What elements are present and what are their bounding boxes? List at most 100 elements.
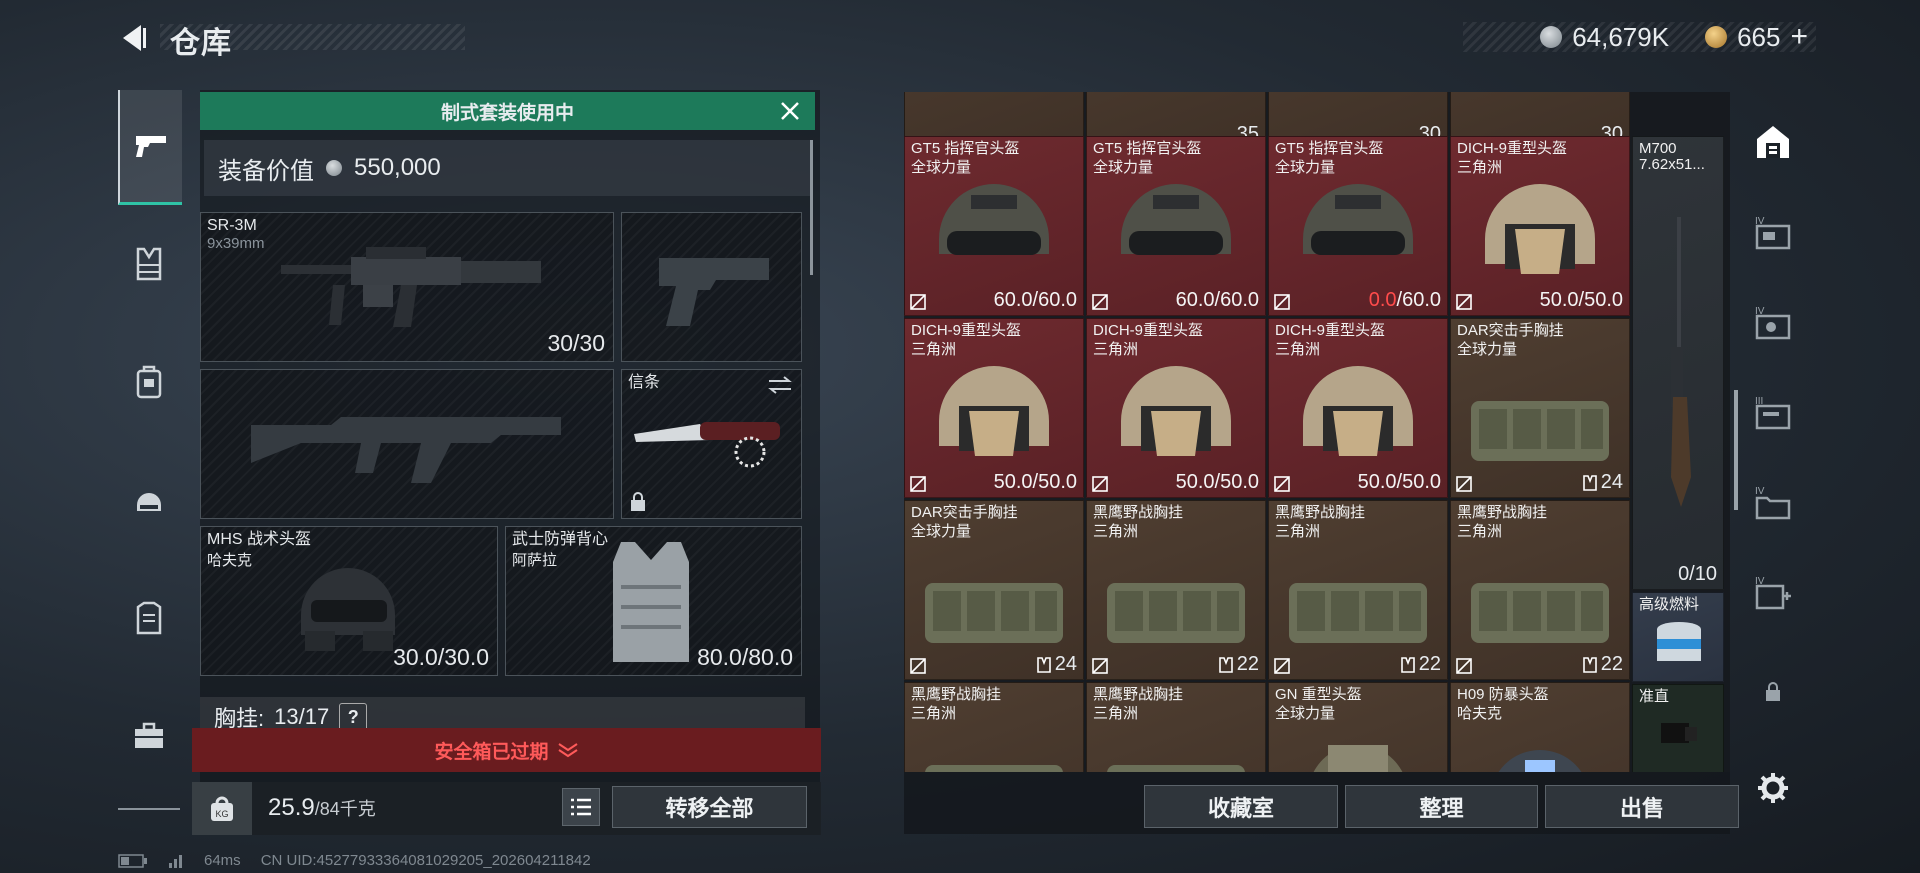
grid-item[interactable]: 黑鹰野战胸挂 三角洲 22 — [1450, 500, 1630, 680]
storage-box-icon: IV — [1755, 306, 1791, 340]
swap-icon[interactable] — [767, 376, 793, 394]
item-name: 准直 — [1639, 688, 1670, 705]
item-name: DICH-9重型头盔 — [1093, 322, 1204, 339]
chevron-down-icon — [557, 743, 578, 758]
commander-helmet-icon — [939, 184, 1049, 255]
kettlebell-icon: KG — [211, 796, 233, 821]
heavy-helmet-icon — [1485, 184, 1595, 274]
chest-rig-item-icon — [1471, 401, 1609, 461]
item-name: DICH-9重型头盔 — [911, 322, 1022, 339]
back-button[interactable] — [115, 20, 151, 56]
tab-storage-2[interactable]: IV — [1747, 292, 1799, 352]
grid-item[interactable]: GT5 指挥官头盔 全球力量 60.0/60.0 — [1086, 136, 1266, 316]
settings-button[interactable] — [1747, 758, 1799, 818]
rig-capacity-icon — [1036, 656, 1051, 673]
nav-backpacks[interactable] — [118, 326, 180, 438]
category-sidebar — [118, 90, 182, 810]
secondary-weapon-slot[interactable] — [200, 369, 614, 519]
chest-rig-item-icon — [925, 765, 1063, 772]
grid-item[interactable]: 黑鹰野战胸挂 三角洲 22 — [1086, 500, 1266, 680]
sniper-rifle-item[interactable]: M700 7.62x51... 0/10 — [1632, 136, 1724, 590]
item-capacity: 24 — [1036, 653, 1077, 676]
grid-item[interactable]: GT5 指挥官头盔 全球力量 0.0/60.0 — [1268, 136, 1448, 316]
grid-item[interactable]: DAR突击手胸挂 全球力量 24 — [1450, 318, 1630, 498]
item-image — [1111, 169, 1241, 294]
tab-all-storage[interactable] — [1747, 112, 1799, 172]
item-durability: 50.0/50.0 — [1357, 471, 1441, 493]
item-image — [1475, 169, 1605, 294]
chest-rig-item-icon — [1471, 583, 1609, 643]
nav-cases[interactable] — [118, 680, 180, 792]
carry-weight: 25.9/84千克 — [268, 794, 376, 822]
nav-chest-rigs[interactable] — [118, 208, 180, 320]
grid-item[interactable]: DICH-9重型头盔 三角洲 50.0/50.0 — [1450, 136, 1630, 316]
tab-storage-1[interactable]: IV — [1747, 202, 1799, 262]
currency-add-button[interactable]: + — [1790, 20, 1808, 54]
helmet-slot[interactable]: MHS 战术头盔 哈夫克 30.0/30.0 — [200, 526, 498, 676]
scope-item[interactable]: 准直 — [1632, 684, 1724, 772]
grid-item[interactable]: DICH-9重型头盔 三角洲 50.0/50.0 — [1268, 318, 1448, 498]
item-name: DAR突击手胸挂 — [1457, 322, 1564, 339]
warehouse-home-icon — [1757, 126, 1789, 158]
battery-icon — [118, 853, 147, 868]
grid-item[interactable]: GT5 指挥官头盔 全球力量 60.0/60.0 — [904, 136, 1084, 316]
armor-slot[interactable]: 武士防弹背心 阿萨拉 80.0/80.0 — [505, 526, 802, 676]
grid-item[interactable]: 黑鹰野战胸挂 三角洲 — [1086, 682, 1266, 772]
item-name: M700 — [1639, 140, 1677, 157]
grid-item[interactable]: H09 防暴头盔 哈夫克 — [1450, 682, 1630, 772]
collection-room-button[interactable]: 收藏室 — [1144, 785, 1338, 828]
item-origin: 三角洲 — [1457, 523, 1503, 540]
tab-storage-4[interactable]: IV — [1747, 472, 1799, 532]
grid-item[interactable]: DAR突击手胸挂 全球力量 24 — [904, 500, 1084, 680]
loadout-scrollbar[interactable] — [810, 140, 813, 275]
list-view-button[interactable] — [562, 788, 600, 826]
status-bar: 64ms CN UID:4527793336408102920​5_202604… — [118, 852, 591, 869]
item-image — [1293, 351, 1423, 476]
armor-origin: 阿萨拉 — [512, 552, 558, 569]
warehouse-scrollbar[interactable] — [1734, 390, 1738, 510]
nav-weapons[interactable] — [118, 90, 182, 205]
riot-helmet-icon — [1498, 750, 1582, 772]
armor-durability: 80.0/80.0 — [697, 644, 793, 670]
help-button[interactable]: ? — [339, 703, 368, 731]
currency-gold-value[interactable]: 665 — [1737, 22, 1780, 53]
item-name: 高级燃料 — [1639, 596, 1700, 613]
grid-item[interactable]: DICH-9重型头盔 三角洲 50.0/50.0 — [904, 318, 1084, 498]
close-icon[interactable] — [775, 96, 805, 126]
primary-weapon-slot[interactable]: SR-3M 9x39mm 30/30 — [200, 212, 614, 362]
tab-locked[interactable] — [1747, 662, 1799, 722]
grid-item[interactable]: DICH-9重型头盔 三角洲 50.0/50.0 — [1086, 318, 1266, 498]
grid-item[interactable]: 黑鹰野战胸挂 三角洲 — [904, 682, 1084, 772]
grid-item[interactable]: GN 重型头盔 全球力量 — [1268, 682, 1448, 772]
item-image — [919, 745, 1069, 772]
magazine-count: 0/10 — [1678, 563, 1717, 586]
tab-storage-5[interactable]: IV — [1747, 562, 1799, 622]
nav-armor[interactable] — [118, 562, 180, 674]
back-arrow-icon — [123, 25, 146, 51]
heavy-helmet-icon — [1303, 366, 1413, 456]
nav-helmets[interactable] — [118, 444, 180, 556]
sort-button[interactable]: 整理 — [1345, 785, 1538, 828]
sell-button[interactable]: 出售 — [1545, 785, 1739, 828]
item-durability: 0.0/60.0 — [1368, 289, 1441, 311]
storage-tabs: IV IV III IV IV — [1747, 92, 1799, 803]
primary-weapon-count: 30/30 — [547, 330, 605, 356]
preset-banner-label: 制式套装使用中 — [440, 102, 574, 124]
safe-box-expired-label: 安全箱已过期 — [434, 741, 549, 763]
grid-item[interactable]: 黑鹰野战胸挂 三角洲 22 — [1268, 500, 1448, 680]
currency-bar: 64,679K 665 + — [1463, 20, 1816, 54]
list-icon — [571, 798, 591, 816]
silver-coin-icon — [326, 160, 342, 176]
pistol-slot[interactable] — [621, 212, 802, 362]
no-insure-icon — [1092, 294, 1108, 310]
page-title: 仓库 — [170, 27, 232, 60]
fuel-item[interactable]: 高级燃料 — [1632, 592, 1724, 682]
safe-box-expired-bar[interactable]: 安全箱已过期 — [192, 728, 821, 772]
item-name: 黑鹰野战胸挂 — [911, 686, 1002, 703]
transfer-all-button[interactable]: 转移全部 — [612, 786, 807, 828]
assault-rifle-silhouette-icon — [251, 417, 561, 483]
melee-slot[interactable]: 信条 — [621, 369, 802, 519]
tab-storage-3[interactable]: III — [1747, 382, 1799, 442]
item-durability: 50.0/50.0 — [1539, 289, 1623, 311]
svg-text:KG: KG — [215, 809, 228, 819]
